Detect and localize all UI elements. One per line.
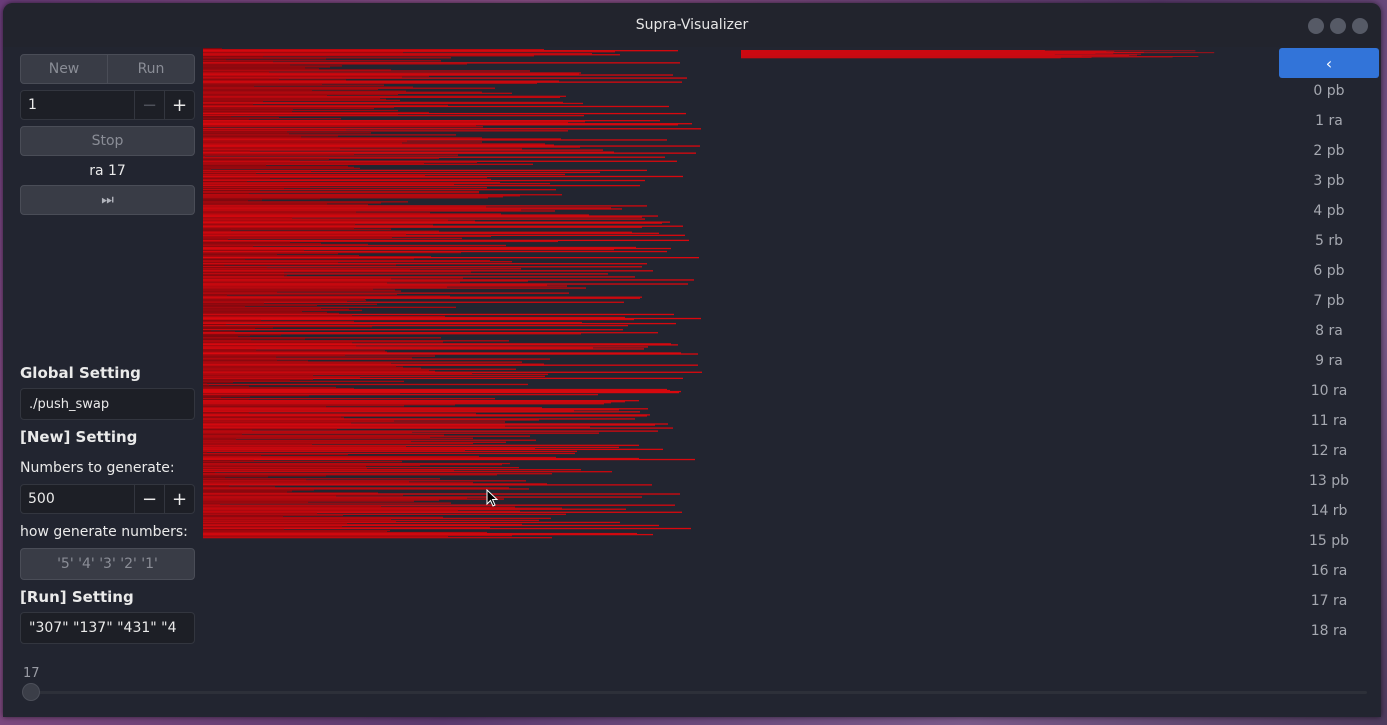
title-bar: Supra-Visualizer — [3, 3, 1381, 47]
chevron-left-icon: ‹ — [1325, 53, 1333, 73]
operation-item[interactable]: 17 ra — [1279, 593, 1379, 609]
stack-a-bar — [203, 318, 634, 321]
numbers-increment-button[interactable]: + — [164, 485, 194, 513]
operation-item[interactable]: 15 pb — [1279, 533, 1379, 549]
operation-item[interactable]: 12 ra — [1279, 443, 1379, 459]
stack-a-bar — [203, 293, 397, 295]
stack-a-bar — [203, 381, 233, 384]
operation-item[interactable]: 14 rb — [1279, 503, 1379, 519]
stack-a-bar — [203, 329, 623, 331]
operation-item[interactable]: 4 pb — [1279, 203, 1379, 219]
operation-item[interactable]: 6 pb — [1279, 263, 1379, 279]
new-setting-heading: [New] Setting — [20, 428, 138, 446]
stack-a-bar — [203, 149, 603, 151]
skip-end-icon: ⏭ — [101, 192, 114, 208]
stack-a-bar — [203, 458, 695, 461]
stack-a-bar — [203, 266, 642, 268]
operation-item[interactable]: 3 pb — [1279, 173, 1379, 189]
operation-item[interactable]: 1 ra — [1279, 113, 1379, 129]
numbers-to-generate-label: Numbers to generate: — [20, 460, 175, 476]
stack-a-bar — [203, 502, 451, 504]
stack-a-bar — [203, 484, 652, 486]
current-operation: ra 17 — [89, 163, 126, 179]
window-title: Supra-Visualizer — [635, 17, 749, 33]
step-increment-button[interactable]: + — [164, 91, 194, 119]
program-path-field[interactable]: ./push_swap — [20, 388, 195, 420]
stack-a-bar — [203, 301, 624, 303]
operation-item[interactable]: 0 pb — [1279, 83, 1379, 99]
stack-a-bar — [203, 380, 404, 383]
run-args-field[interactable]: "307" "137" "431" "4 — [20, 612, 195, 644]
operation-item[interactable]: 16 ra — [1279, 563, 1379, 579]
stack-a-bar — [203, 102, 583, 105]
step-slider-track[interactable] — [25, 691, 1367, 694]
slider-value: 17 — [23, 666, 40, 681]
stack-a-bar — [203, 450, 577, 453]
stack-a-bar — [203, 228, 391, 230]
step-decrement-button[interactable]: − — [134, 91, 164, 119]
stack-a-bar — [203, 432, 599, 434]
step-value[interactable]: 1 — [21, 97, 134, 113]
generation-method-button[interactable]: '5' '4' '3' '2' '1' — [20, 548, 195, 580]
operation-item[interactable]: 9 ra — [1279, 353, 1379, 369]
mouse-cursor-icon — [486, 489, 499, 507]
maximize-button[interactable] — [1330, 18, 1346, 34]
generation-method-label: how generate numbers: — [20, 524, 188, 540]
operation-item[interactable]: 7 pb — [1279, 293, 1379, 309]
app-window: Supra-Visualizer New Run 1 − + Stop ra 1… — [3, 3, 1381, 717]
stack-a-bar — [203, 322, 676, 325]
new-button[interactable]: New — [21, 55, 107, 83]
stack-a-bar — [203, 437, 473, 439]
stack-a-bar — [203, 471, 612, 473]
close-button[interactable] — [1352, 18, 1368, 34]
stack-a-bar — [203, 171, 600, 174]
stack-b-bar — [741, 57, 1061, 59]
stack-a-bar — [203, 264, 396, 266]
stop-button[interactable]: Stop — [20, 126, 195, 156]
stack-a-bar — [203, 383, 528, 386]
stack-visualization — [203, 48, 1215, 539]
stack-a-bar — [203, 460, 402, 463]
minimize-button[interactable] — [1308, 18, 1324, 34]
stack-a-bar — [203, 167, 360, 170]
stack-a-bar — [203, 179, 645, 182]
stack-a-bar — [203, 411, 640, 413]
stack-a-bar — [203, 237, 462, 240]
numbers-value[interactable]: 500 — [21, 491, 134, 507]
numbers-decrement-button[interactable]: − — [134, 485, 164, 513]
global-setting-heading: Global Setting — [20, 364, 141, 382]
numbers-spinner: 500 − + — [20, 484, 195, 514]
stack-a-bar — [203, 126, 483, 128]
run-button[interactable]: Run — [107, 55, 194, 83]
operation-item[interactable]: 8 ra — [1279, 323, 1379, 339]
operation-item[interactable]: 2 pb — [1279, 143, 1379, 159]
step-spinner: 1 − + — [20, 90, 195, 120]
operation-item[interactable]: 18 ra — [1279, 623, 1379, 639]
operation-item[interactable]: 5 rb — [1279, 233, 1379, 249]
stack-a-bar — [203, 154, 458, 156]
operation-item[interactable]: 13 pb — [1279, 473, 1379, 489]
stack-a-bar — [203, 536, 552, 539]
stack-a-bar — [203, 348, 644, 350]
run-setting-heading: [Run] Setting — [20, 588, 134, 606]
operation-item[interactable]: 10 ra — [1279, 383, 1379, 399]
mode-toggle: New Run — [20, 54, 195, 84]
skip-to-end-button[interactable]: ⏭ — [20, 185, 195, 215]
operation-item[interactable]: 11 ra — [1279, 413, 1379, 429]
step-slider-handle[interactable] — [22, 683, 40, 701]
back-button[interactable]: ‹ — [1279, 48, 1379, 78]
stack-a-bar — [203, 114, 584, 117]
